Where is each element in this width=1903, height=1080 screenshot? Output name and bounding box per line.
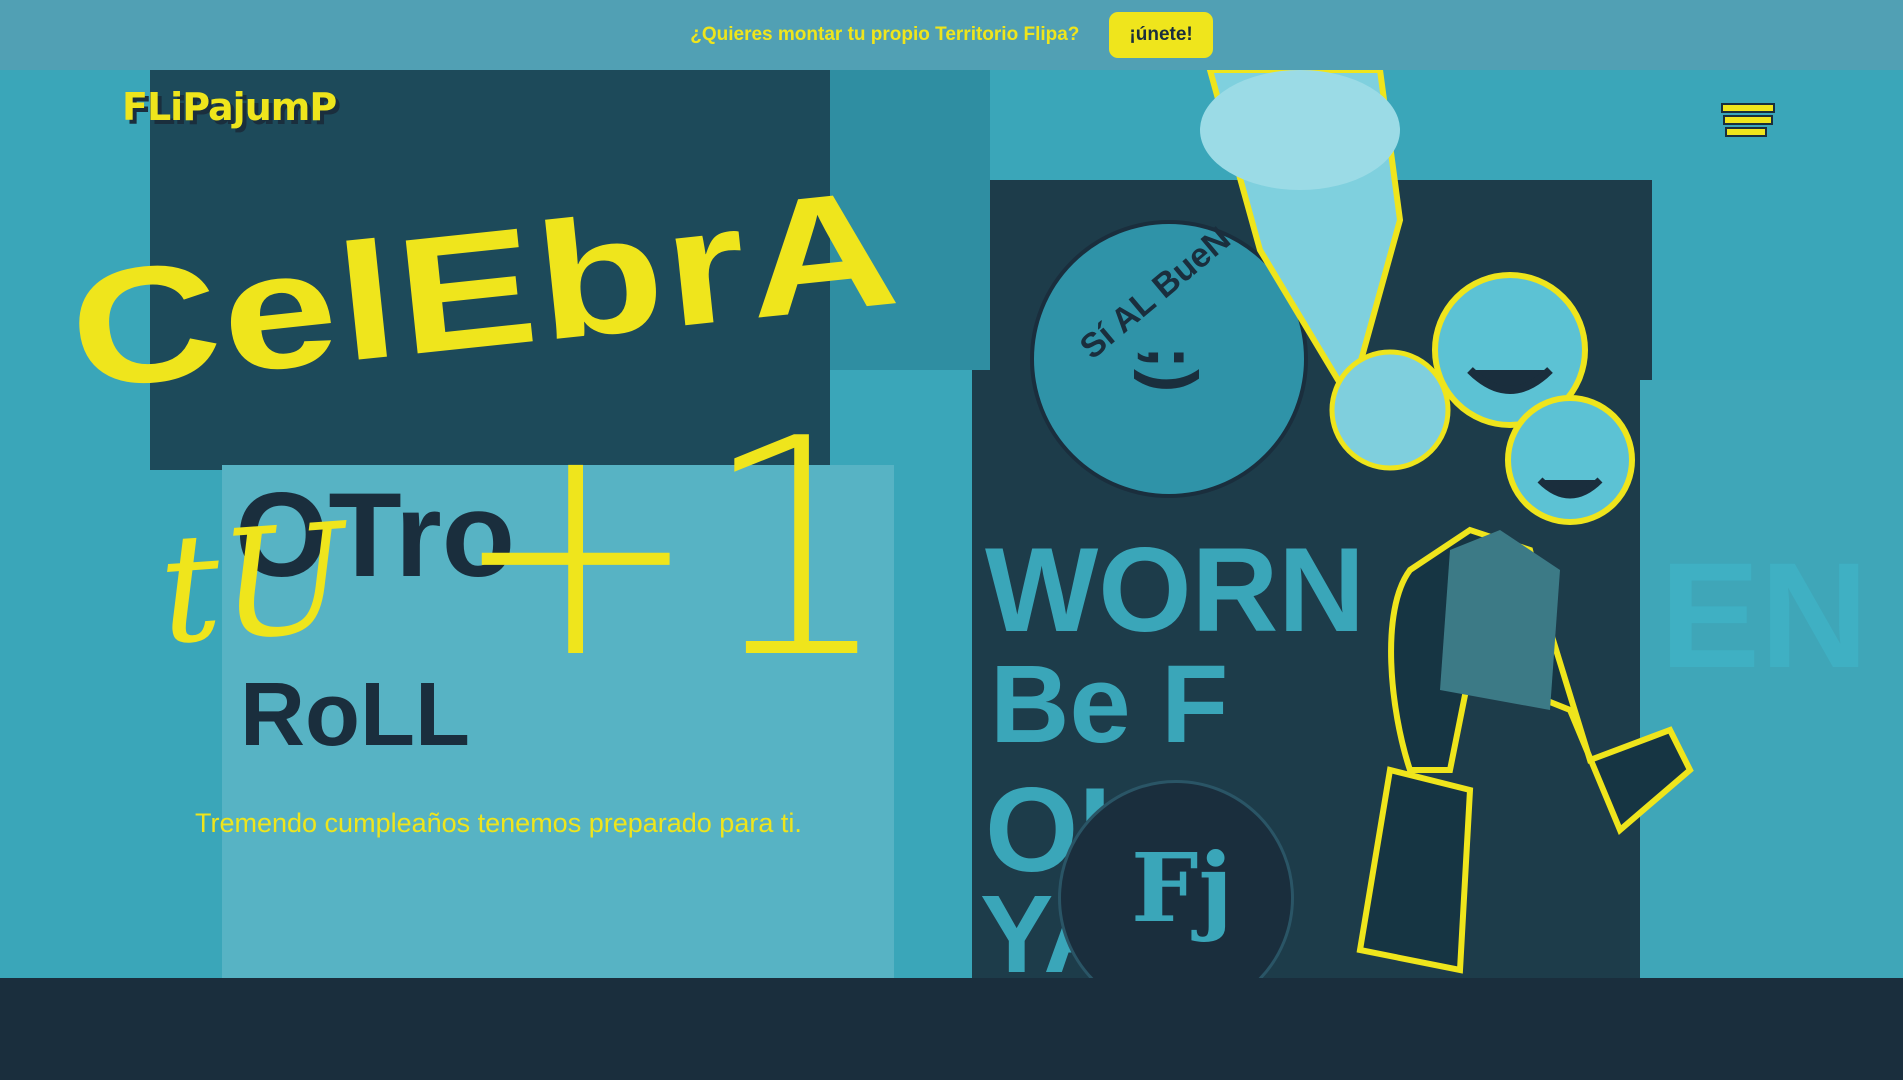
hero-section: OTro RoLL WORN Be F OH YA EN Sí AL BueN …	[0, 70, 1903, 978]
hero-headline-plus-one: +1	[450, 375, 893, 724]
round-balloon-icon	[1329, 349, 1451, 471]
promo-banner: ¿Quieres montar tu propio Territorio Fli…	[0, 0, 1903, 70]
smiley-balloon-small-icon	[1505, 395, 1635, 525]
menu-icon	[1721, 103, 1775, 137]
flipajump-logo[interactable]: FLiPajumP	[122, 85, 337, 129]
poster-word-roll: RoLL	[240, 665, 470, 765]
ice-cream-balloon-icon	[1200, 70, 1404, 408]
promo-text: ¿Quieres montar tu propio Territorio Fli…	[690, 24, 1080, 45]
person-with-balloons-illustration	[1200, 70, 1694, 974]
join-button[interactable]: ¡únete!	[1109, 12, 1213, 58]
logo-text: FLiPajumP	[122, 85, 337, 129]
footer-band	[0, 978, 1903, 1080]
hero-tagline: Tremendo cumpleaños tenemos preparado pa…	[195, 808, 802, 838]
menu-button[interactable]	[1718, 100, 1782, 142]
hero-headline-line2: tU	[154, 491, 353, 679]
